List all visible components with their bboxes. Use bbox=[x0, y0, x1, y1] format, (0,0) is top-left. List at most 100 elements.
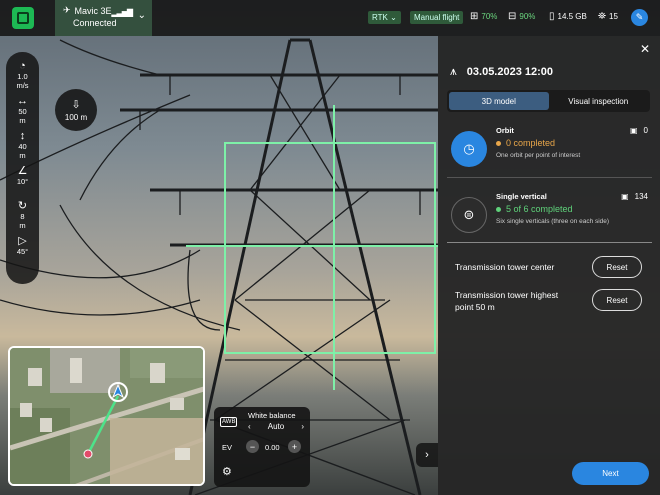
flight-mode-badge[interactable]: Manual flight bbox=[410, 11, 464, 24]
tower-center-row: Transmission tower center Reset bbox=[455, 256, 642, 278]
rotation-param[interactable]: ↻ 8 m bbox=[18, 200, 27, 235]
settings-button[interactable]: ✎ bbox=[631, 9, 648, 26]
altitude-value: 100 m bbox=[64, 113, 88, 122]
mode-tabs: 3D model Visual inspection bbox=[447, 90, 650, 112]
drone-icon: ✈ bbox=[63, 5, 71, 15]
single-vertical-task[interactable]: ⊜ Single vertical 5 of 6 completed Six s… bbox=[447, 190, 652, 246]
storage-value: 14.5 GB bbox=[557, 12, 587, 21]
flight-mode-label: Manual flight bbox=[414, 13, 460, 22]
chevron-down-icon: ⌄ bbox=[137, 10, 146, 21]
tab-3d-model[interactable]: 3D model bbox=[449, 92, 549, 110]
reset-tower-center-button[interactable]: Reset bbox=[592, 256, 642, 278]
chevron-left-icon[interactable]: ‹ bbox=[248, 422, 251, 431]
v-dist-unit: m bbox=[19, 151, 26, 160]
chevron-right-icon[interactable]: › bbox=[416, 443, 438, 467]
mission-date: 03.05.2023 12:00 bbox=[466, 65, 554, 78]
photos-icon: ▣ bbox=[629, 126, 638, 135]
altitude-icon: ⇩ bbox=[71, 99, 81, 111]
panel-header: ⩚ 03.05.2023 12:00 bbox=[450, 64, 553, 79]
mission-panel: ✕ ⩚ 03.05.2023 12:00 3D model Visual ins… bbox=[438, 36, 660, 495]
rtk-label: RTK bbox=[372, 13, 388, 22]
orbit-count: 0 bbox=[643, 126, 648, 135]
orbit-progress: 0 completed bbox=[506, 138, 556, 148]
ev-increase-button[interactable]: + bbox=[288, 440, 301, 453]
tower-highest-label: Transmission tower highest point 50 m bbox=[455, 290, 559, 312]
controller-battery: ⊞ 70% bbox=[470, 11, 497, 22]
tower-center-label: Transmission tower center bbox=[455, 262, 555, 272]
satellite-map bbox=[10, 348, 203, 484]
tower-highest-row: Transmission tower highest point 50 m Re… bbox=[455, 289, 642, 313]
drone-name: Mavic 3E bbox=[74, 5, 112, 16]
divider bbox=[447, 242, 652, 243]
reset-tower-highest-button[interactable]: Reset bbox=[592, 289, 642, 311]
satellite-icon: ⛯ bbox=[598, 11, 606, 22]
speed-value: 1.0 bbox=[17, 72, 28, 81]
single-vertical-desc: Six single verticals (three on each side… bbox=[496, 218, 610, 225]
photos-icon: ▣ bbox=[621, 192, 629, 201]
white-balance-selector: ‹ Auto › bbox=[248, 422, 304, 431]
h-dist-unit: m bbox=[19, 116, 26, 125]
fov-param[interactable]: ▷ 45° bbox=[17, 235, 28, 270]
drone-battery-icon: ⊟ bbox=[508, 11, 517, 22]
settings-icon: ✎ bbox=[635, 12, 644, 22]
satellite-value: 15 bbox=[609, 12, 618, 21]
rot-value: 8 bbox=[20, 212, 25, 221]
altitude-badge[interactable]: ⇩ 100 m bbox=[55, 89, 97, 131]
orbit-title: Orbit bbox=[496, 126, 514, 135]
vertical-distance-icon: ↕ bbox=[19, 130, 26, 142]
vertical-distance-param[interactable]: ↕ 40 m bbox=[18, 130, 26, 165]
rot-unit: m bbox=[19, 221, 26, 230]
chevron-down-icon: ⌄ bbox=[390, 13, 397, 22]
sd-card-icon: ▯ bbox=[549, 11, 555, 22]
field-of-view-icon: ▷ bbox=[18, 235, 27, 247]
ev-value: 0.00 bbox=[265, 443, 280, 452]
angle-value: 10° bbox=[16, 177, 29, 186]
minimap[interactable] bbox=[8, 346, 205, 486]
storage-info: ▯ 14.5 GB bbox=[549, 11, 587, 22]
horizontal-distance-icon: ↔ bbox=[17, 95, 28, 107]
orbit-icon: ◷ bbox=[451, 131, 487, 167]
app-logo-icon bbox=[17, 12, 29, 24]
drone-selector[interactable]: ✈ Mavic 3E Connected ▂▃▅▇ ⌄ bbox=[55, 0, 152, 36]
speed-param[interactable]: ◔ 1.0 m/s bbox=[16, 60, 28, 95]
drone-battery: ⊟ 90% bbox=[508, 11, 535, 22]
v-dist-value: 40 bbox=[18, 142, 27, 151]
top-bar: ✈ Mavic 3E Connected ▂▃▅▇ ⌄ RTK ⌄ Manual … bbox=[0, 0, 660, 36]
h-dist-value: 50 bbox=[18, 107, 27, 116]
awb-badge: AWB bbox=[220, 417, 238, 427]
single-vertical-count: 134 bbox=[634, 192, 648, 201]
gimbal-angle-icon: ∠ bbox=[17, 165, 28, 177]
single-vertical-status-dot bbox=[496, 206, 501, 212]
horizontal-distance-param[interactable]: ↔ 50 m bbox=[17, 95, 28, 130]
app-menu-button[interactable] bbox=[12, 7, 34, 29]
controller-battery-value: 70% bbox=[481, 12, 498, 21]
tower-icon: ⩚ bbox=[450, 64, 457, 78]
orbit-task[interactable]: ◷ Orbit 0 completed One orbit per point … bbox=[447, 124, 652, 180]
rotation-icon: ↻ bbox=[17, 200, 28, 212]
ev-decrease-button[interactable]: − bbox=[246, 440, 259, 453]
camera-settings-icon[interactable]: ⚙ bbox=[222, 465, 232, 478]
drone-battery-value: 90% bbox=[519, 12, 536, 21]
camera-settings-panel: AWB White balance ‹ Auto › EV − 0.00 + ⚙ bbox=[214, 407, 310, 487]
single-vertical-progress: 5 of 6 completed bbox=[506, 204, 573, 214]
white-balance-title: White balance bbox=[248, 411, 296, 420]
home-point-icon bbox=[83, 449, 93, 459]
rtk-dropdown[interactable]: RTK ⌄ bbox=[368, 11, 401, 24]
orbit-status-dot bbox=[496, 140, 501, 146]
orbit-desc: One orbit per point of interest bbox=[496, 152, 581, 159]
divider bbox=[447, 177, 652, 178]
ev-label: EV bbox=[222, 443, 233, 452]
white-balance-value: Auto bbox=[267, 422, 285, 431]
controller-icon: ⊞ bbox=[470, 11, 479, 22]
speed-unit: m/s bbox=[16, 81, 29, 90]
satellite-count: ⛯ 15 bbox=[598, 11, 618, 22]
tab-visual-inspection[interactable]: Visual inspection bbox=[549, 92, 649, 110]
speedometer-icon: ◔ bbox=[19, 60, 26, 72]
flight-params-strip: ◔ 1.0 m/s ↔ 50 m ↕ 40 m ∠ 10° ↻ 8 m ▷ 45° bbox=[6, 52, 39, 284]
signal-strength-icon: ▂▃▅▇ bbox=[111, 8, 133, 17]
chevron-right-icon[interactable]: › bbox=[301, 422, 304, 431]
close-icon[interactable]: ✕ bbox=[640, 42, 650, 56]
single-vertical-title: Single vertical bbox=[496, 192, 547, 201]
gimbal-angle-param[interactable]: ∠ 10° bbox=[17, 165, 28, 200]
next-button[interactable]: Next bbox=[572, 462, 649, 485]
